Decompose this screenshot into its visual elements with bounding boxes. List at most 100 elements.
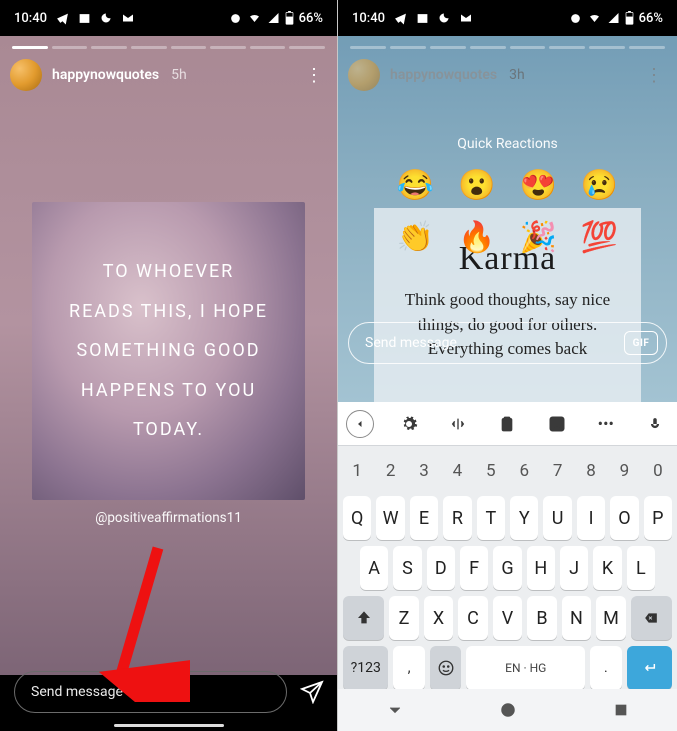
quote-line: To whoever bbox=[69, 252, 268, 292]
kb-clipboard-icon[interactable] bbox=[493, 410, 521, 438]
moon-icon bbox=[438, 12, 450, 24]
nav-gesture-bar bbox=[114, 724, 224, 727]
time-ago: 3h bbox=[509, 67, 525, 83]
kb-sticker-icon[interactable] bbox=[543, 410, 571, 438]
key-enter[interactable] bbox=[627, 646, 672, 690]
time-ago: 5h bbox=[171, 67, 187, 83]
keyboard-space-row: ?123 , EN · HG . bbox=[338, 640, 677, 696]
key-t[interactable]: T bbox=[477, 496, 505, 540]
key-period[interactable]: . bbox=[590, 646, 621, 690]
key-o[interactable]: O bbox=[610, 496, 638, 540]
key-q[interactable]: Q bbox=[343, 496, 371, 540]
key-d[interactable]: D bbox=[427, 546, 455, 590]
key-n[interactable]: N bbox=[562, 596, 591, 640]
reaction-laugh[interactable]: 😂 bbox=[397, 168, 434, 203]
key-space[interactable]: EN · HG bbox=[466, 646, 585, 690]
key-r[interactable]: R bbox=[443, 496, 471, 540]
battery-icon bbox=[625, 11, 634, 25]
mail-icon bbox=[121, 12, 135, 24]
reaction-hundred[interactable]: 💯 bbox=[581, 220, 618, 255]
key-symbols[interactable]: ?123 bbox=[343, 646, 388, 690]
key-c[interactable]: C bbox=[458, 596, 487, 640]
gif-button[interactable]: GIF bbox=[624, 331, 658, 355]
quick-reactions-row: 👏 🔥 🎉 💯 bbox=[338, 220, 677, 255]
key-comma[interactable]: , bbox=[393, 646, 424, 690]
key-8[interactable]: 8 bbox=[577, 452, 605, 490]
quote-line: something good bbox=[69, 331, 268, 371]
reaction-wow[interactable]: 😮 bbox=[458, 168, 495, 203]
image-icon bbox=[78, 12, 91, 25]
kb-mic-icon[interactable] bbox=[641, 410, 669, 438]
username[interactable]: happynowquotes bbox=[390, 67, 497, 83]
key-k[interactable]: K bbox=[593, 546, 621, 590]
key-p[interactable]: P bbox=[644, 496, 672, 540]
status-time: 10:40 bbox=[352, 11, 385, 26]
key-backspace[interactable] bbox=[631, 596, 672, 640]
key-5[interactable]: 5 bbox=[477, 452, 505, 490]
nav-keyboard-hide-icon[interactable] bbox=[382, 697, 408, 723]
telegram-icon bbox=[394, 12, 407, 25]
status-bar: 10:40 66% bbox=[0, 0, 337, 36]
key-4[interactable]: 4 bbox=[443, 452, 471, 490]
key-3[interactable]: 3 bbox=[410, 452, 438, 490]
key-h[interactable]: H bbox=[527, 546, 555, 590]
quick-reactions-row: 😂 😮 😍 😢 bbox=[338, 168, 677, 203]
kb-textselect-icon[interactable] bbox=[444, 410, 472, 438]
key-1[interactable]: 1 bbox=[343, 452, 371, 490]
key-a[interactable]: A bbox=[360, 546, 388, 590]
key-2[interactable]: 2 bbox=[376, 452, 404, 490]
username[interactable]: happynowquotes bbox=[52, 67, 159, 83]
key-emoji[interactable] bbox=[430, 646, 461, 690]
key-m[interactable]: M bbox=[596, 596, 625, 640]
key-w[interactable]: W bbox=[376, 496, 404, 540]
avatar[interactable] bbox=[348, 59, 380, 91]
key-7[interactable]: 7 bbox=[543, 452, 571, 490]
key-e[interactable]: E bbox=[410, 496, 438, 540]
avatar[interactable] bbox=[10, 59, 42, 91]
kb-settings-icon[interactable] bbox=[395, 410, 423, 438]
mail-icon bbox=[459, 12, 473, 24]
key-9[interactable]: 9 bbox=[610, 452, 638, 490]
reaction-cry[interactable]: 😢 bbox=[581, 168, 618, 203]
nav-recent-icon[interactable] bbox=[608, 697, 634, 723]
kb-collapse-icon[interactable] bbox=[346, 410, 374, 438]
key-f[interactable]: F bbox=[460, 546, 488, 590]
keyboard-row-1: Q W E R T Y U I O P bbox=[338, 490, 677, 540]
quick-reactions-title: Quick Reactions bbox=[338, 136, 677, 152]
reaction-party[interactable]: 🎉 bbox=[520, 220, 557, 255]
send-message-input[interactable]: Send message GIF bbox=[348, 322, 667, 364]
key-shift[interactable] bbox=[343, 596, 384, 640]
key-l[interactable]: L bbox=[627, 546, 655, 590]
reaction-clap[interactable]: 👏 bbox=[397, 220, 434, 255]
key-u[interactable]: U bbox=[543, 496, 571, 540]
key-y[interactable]: Y bbox=[510, 496, 538, 540]
quote-line: today. bbox=[69, 410, 268, 450]
kb-more-icon[interactable]: ••• bbox=[592, 410, 620, 438]
story-progress bbox=[350, 46, 665, 49]
key-x[interactable]: X bbox=[424, 596, 453, 640]
signal-icon bbox=[267, 12, 280, 24]
key-0[interactable]: 0 bbox=[644, 452, 672, 490]
more-icon[interactable]: ⋮ bbox=[641, 65, 667, 86]
reaction-fire[interactable]: 🔥 bbox=[458, 220, 495, 255]
more-icon[interactable]: ⋮ bbox=[301, 65, 327, 86]
status-time: 10:40 bbox=[14, 11, 47, 26]
quote-line: happens to you bbox=[69, 371, 268, 411]
telegram-icon bbox=[56, 12, 69, 25]
key-s[interactable]: S bbox=[393, 546, 421, 590]
signal-icon bbox=[607, 12, 620, 24]
key-b[interactable]: B bbox=[527, 596, 556, 640]
nav-home-icon[interactable] bbox=[495, 697, 521, 723]
key-z[interactable]: Z bbox=[389, 596, 418, 640]
key-j[interactable]: J bbox=[560, 546, 588, 590]
key-i[interactable]: I bbox=[577, 496, 605, 540]
share-icon[interactable] bbox=[297, 680, 327, 704]
key-v[interactable]: V bbox=[493, 596, 522, 640]
keyboard-row-3: Z X C V B N M bbox=[338, 590, 677, 640]
key-6[interactable]: 6 bbox=[510, 452, 538, 490]
image-icon bbox=[416, 12, 429, 25]
reaction-heart-eyes[interactable]: 😍 bbox=[520, 168, 557, 203]
key-g[interactable]: G bbox=[493, 546, 521, 590]
phone-left: 10:40 66% To whoever reads this, I hope … bbox=[0, 0, 338, 731]
battery-text: 66% bbox=[299, 11, 323, 26]
